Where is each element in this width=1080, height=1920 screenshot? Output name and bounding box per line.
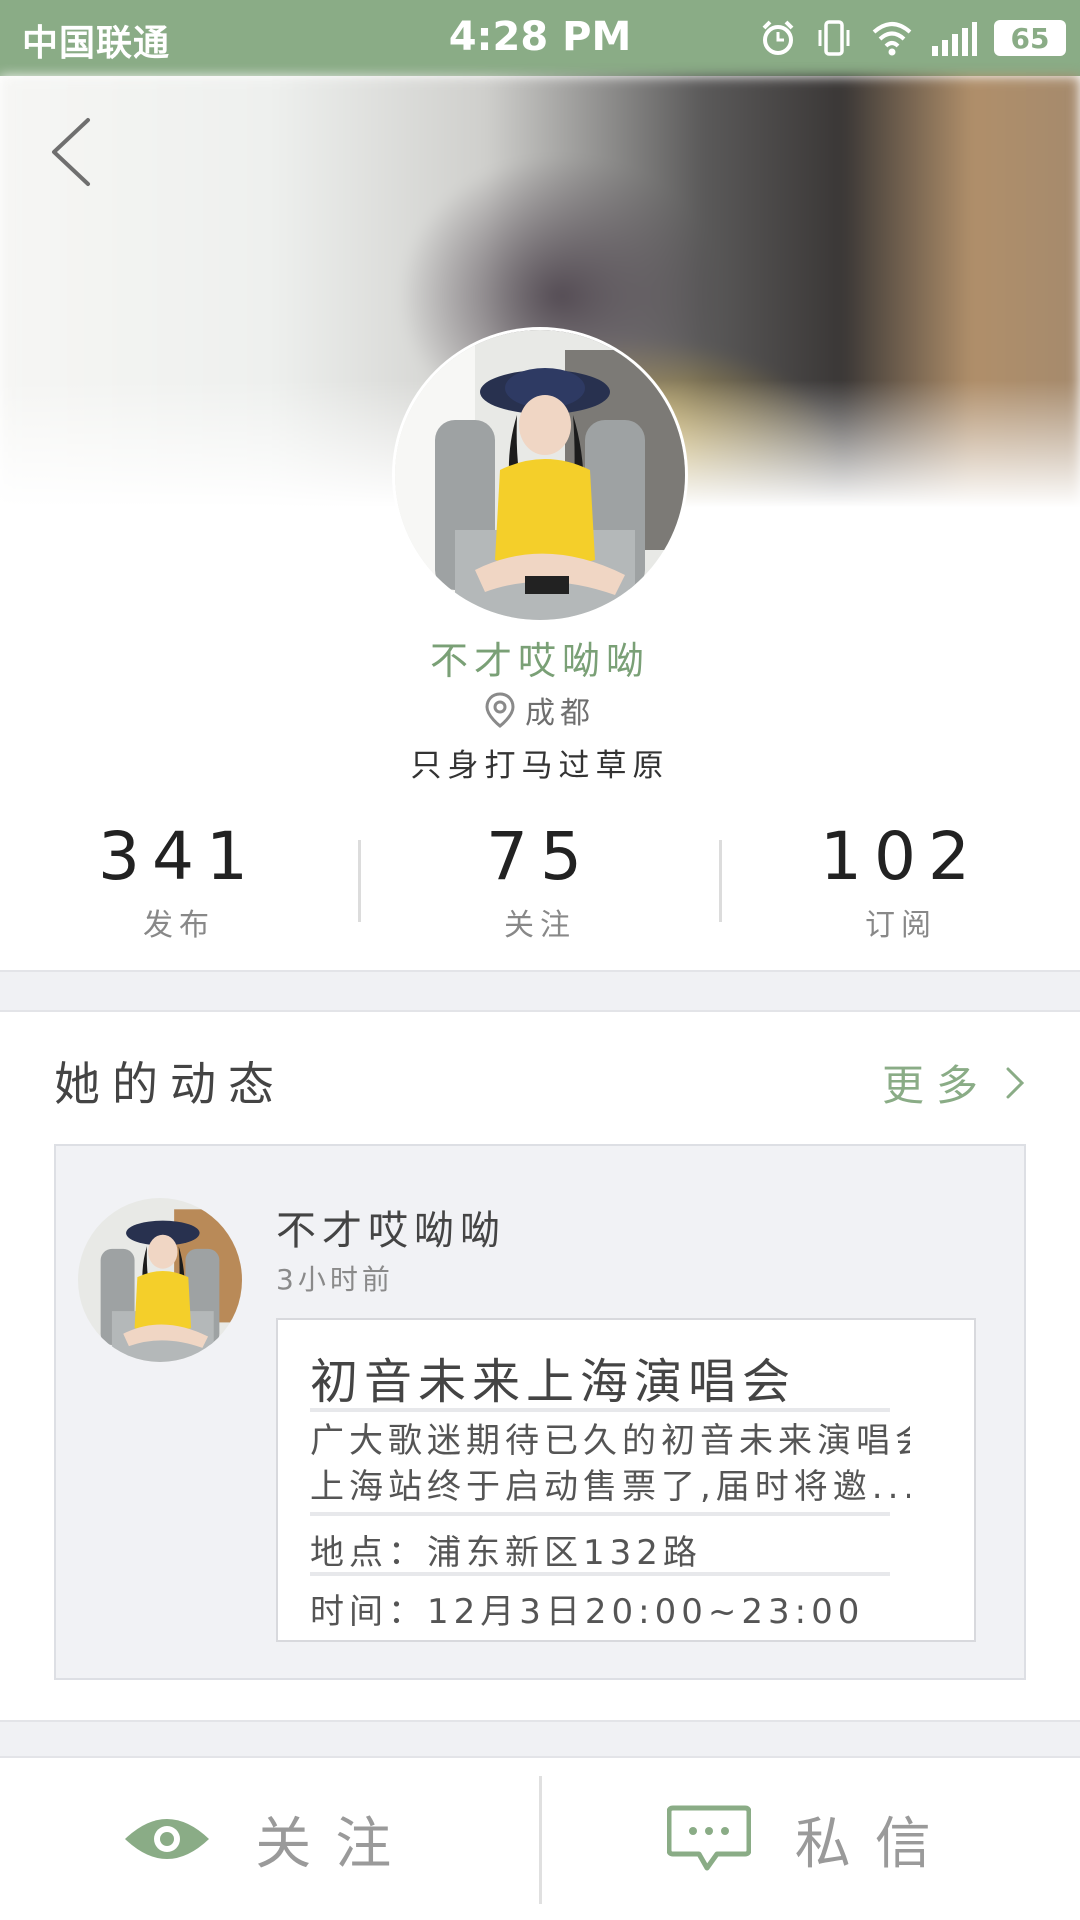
profile-bio: 只身打马过草原 [410,748,670,784]
stat-subscriptions-value: 102 [820,818,982,895]
alarm-icon [762,20,794,55]
back-arrow-icon[interactable] [44,112,104,192]
stat-subscriptions-label: 订阅 [865,908,937,943]
stat-posts[interactable]: 341 发布 [0,818,358,944]
post-avatar-photo [78,1198,242,1362]
stat-following-value: 75 [486,818,594,895]
event-location: 地点：浦东新区132路 [310,1533,702,1573]
event-description-line-1: 广大歌迷期待已久的初音未来演唱会 [310,1421,910,1461]
status-bar: 中国联通 4:28 PM 65 [0,0,1080,76]
event-description-line-2: 上海站终于启动售票了,届时将邀... [310,1467,910,1507]
event-divider [310,1572,890,1576]
more-label: 更多 [881,1061,990,1110]
status-icons: 65 [758,14,1066,62]
event-description: 广大歌迷期待已久的初音未来演唱会 上海站终于启动售票了,届时将邀... [310,1418,910,1510]
follow-button[interactable]: 关注 [0,1758,539,1920]
location-row: 成都 [0,688,1080,732]
event-divider [310,1512,890,1516]
event-card[interactable]: 初音未来上海演唱会 广大歌迷期待已久的初音未来演唱会 上海站终于启动售票了,届时… [276,1318,976,1642]
section-divider [0,1720,1080,1758]
follow-label: 关注 [255,1811,416,1877]
chevron-right-icon [1006,1067,1025,1098]
post-avatar[interactable] [78,1198,242,1362]
bottom-action-bar: 关注 私信 [0,1758,1080,1920]
message-label: 私信 [794,1811,955,1877]
section-divider [0,970,1080,1012]
chat-bubble-icon [666,1805,751,1871]
feed-section-title: 她的动态 [54,1057,286,1111]
wifi-icon [872,22,912,56]
feed-post-card[interactable]: 不才哎呦呦 3小时前 初音未来上海演唱会 广大歌迷期待已久的初音未来演唱会 上海… [54,1144,1026,1680]
stat-posts-label: 发布 [143,908,215,943]
stat-following-label: 关注 [504,908,576,943]
post-timestamp: 3小时前 [276,1263,394,1296]
event-title: 初音未来上海演唱会 [310,1354,797,1410]
location-text: 成都 [525,696,595,731]
event-time: 时间：12月3日20:00~23:00 [310,1592,865,1632]
vibrate-icon [818,20,850,56]
more-link[interactable]: 更多 [882,1052,1028,1113]
stats-row: 341 发布 75 关注 102 订阅 [0,818,1080,944]
message-button[interactable]: 私信 [542,1758,1080,1920]
battery-icon: 65 [994,20,1066,56]
avatar-photo [395,330,685,620]
stat-posts-value: 341 [98,818,260,895]
avatar[interactable] [395,330,685,620]
stat-following[interactable]: 75 关注 [361,818,719,944]
stat-subscriptions[interactable]: 102 订阅 [722,818,1080,944]
profile-name: 不才哎呦呦 [429,639,650,683]
eye-icon [125,1819,210,1859]
event-divider [310,1408,890,1412]
post-username: 不才哎呦呦 [276,1208,506,1254]
location-pin-icon [485,692,515,728]
signal-icon [932,22,977,56]
